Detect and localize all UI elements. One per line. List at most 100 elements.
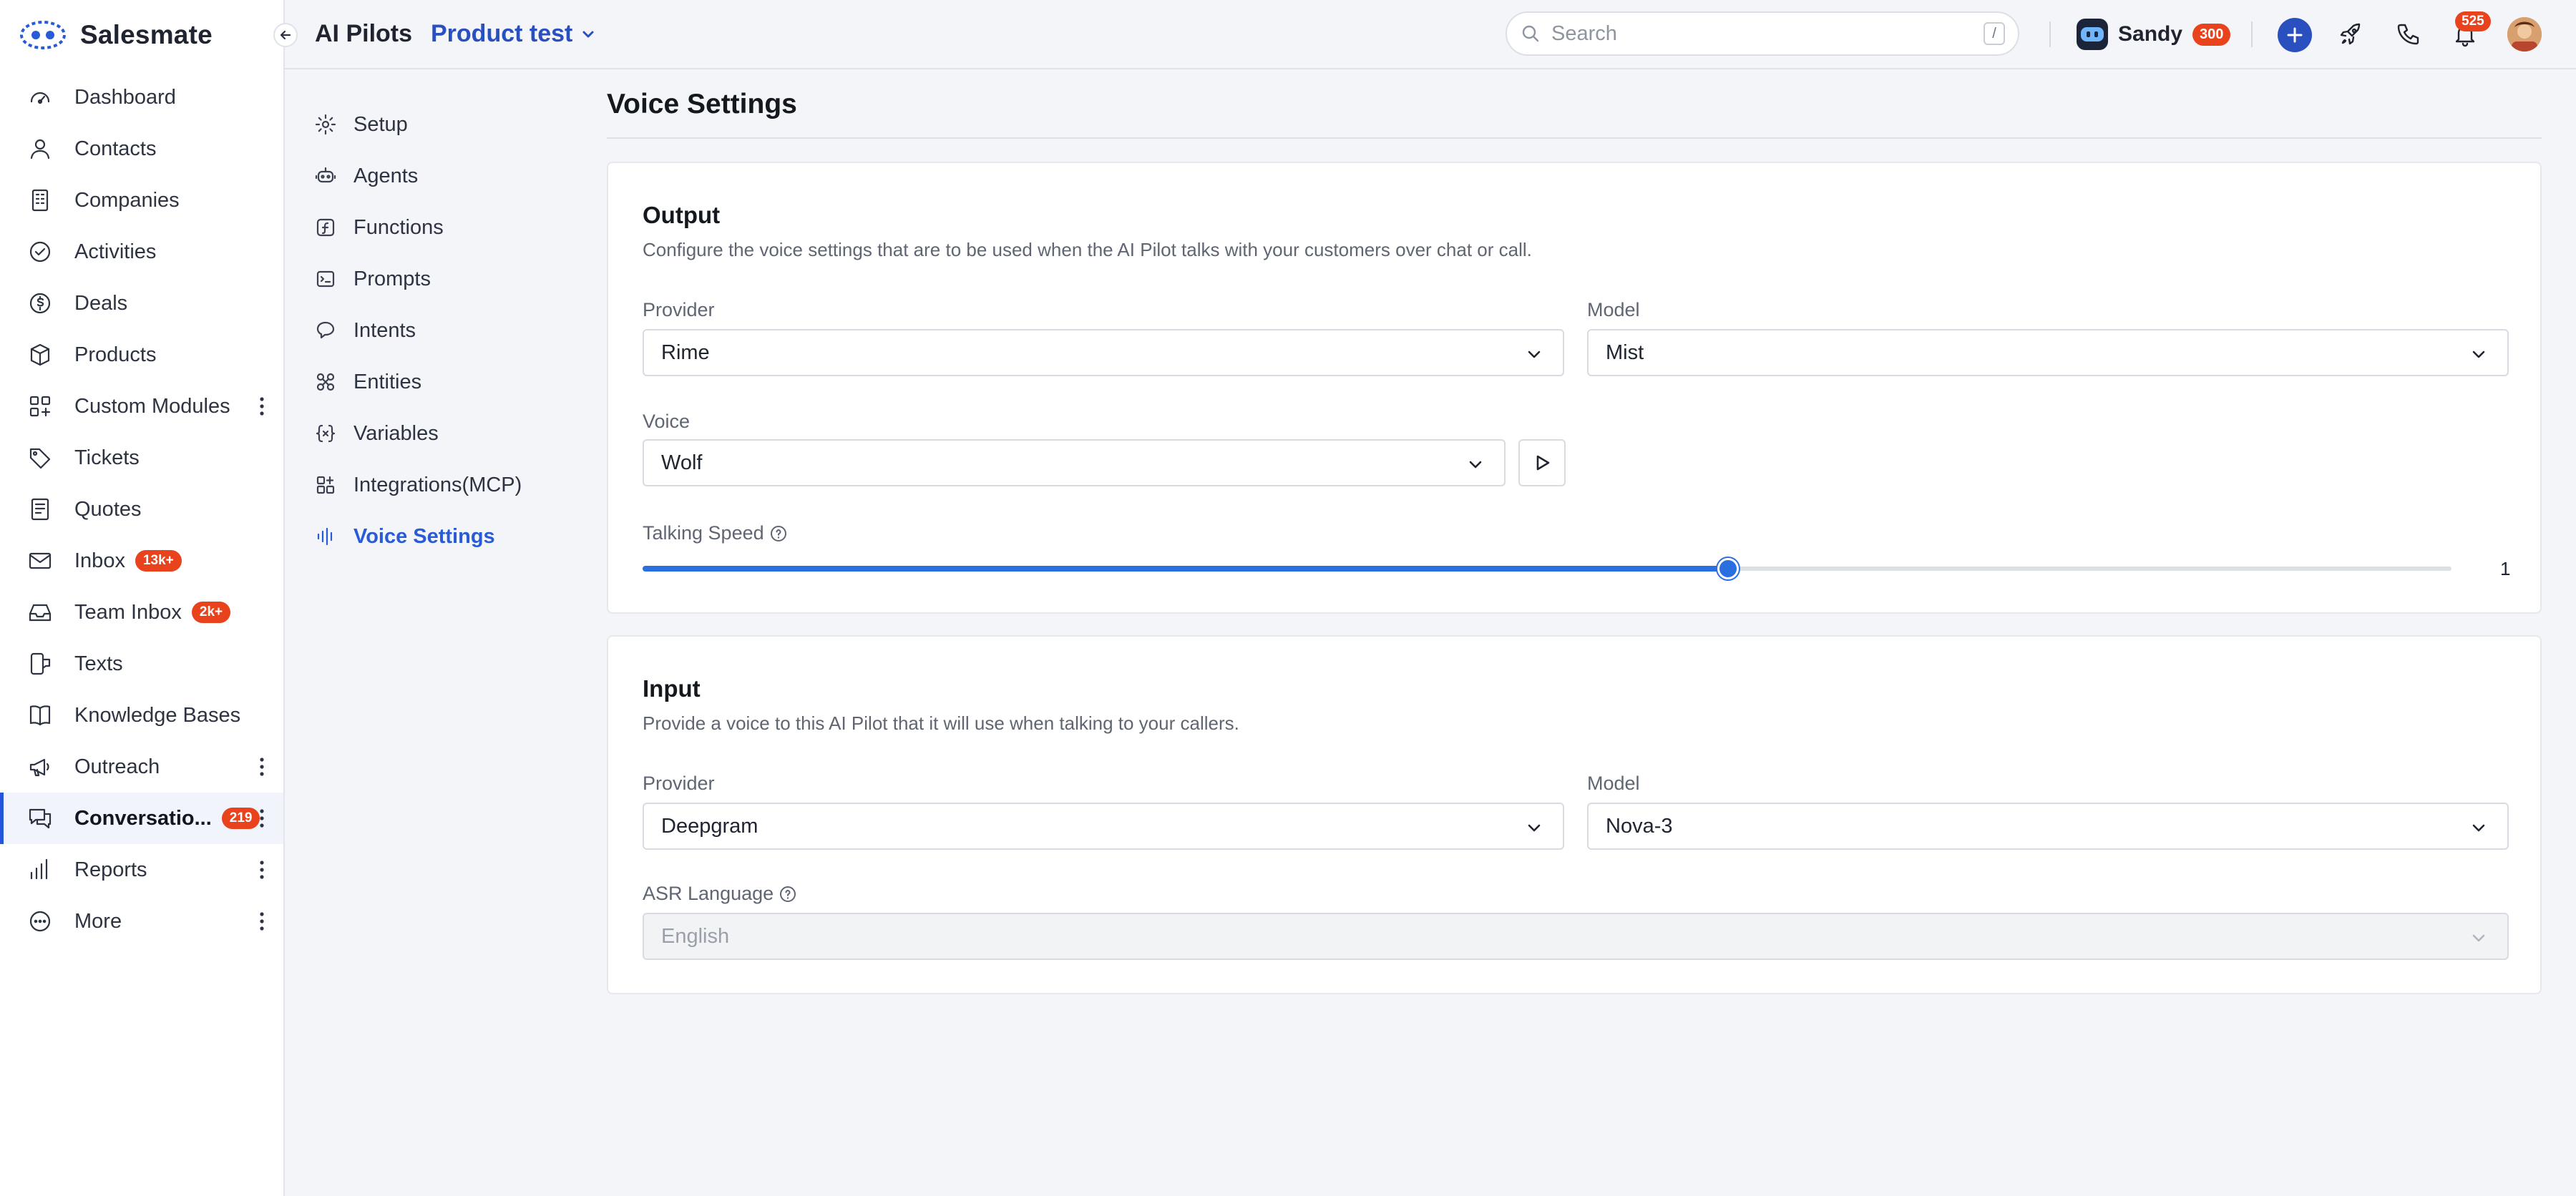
talking-speed-slider-thumb[interactable] [1717,558,1739,579]
output-model-value: Mist [1606,340,1644,364]
kebab-menu-icon[interactable] [259,396,265,416]
subnav-item-label: Entities [353,370,422,393]
play-voice-preview-button[interactable] [1518,439,1566,486]
chevron-down-icon [1469,461,1482,469]
sidebar-item-companies[interactable]: Companies [0,175,283,226]
talking-speed-slider-fill [643,566,1728,572]
brand-name: Salesmate [80,20,213,49]
sidebar-item-tickets[interactable]: Tickets [0,432,283,484]
sidebar-item-quotes[interactable]: Quotes [0,484,283,535]
input-section-title: Input [643,675,701,702]
integrations-icon [316,476,335,494]
sidebar-item-conversatio[interactable]: Conversatio... 219 [0,793,283,844]
subnav-item-setup[interactable]: Setup [315,103,408,146]
rocket-icon [2340,23,2361,45]
collapse-sidebar-button[interactable] [273,23,298,47]
sidebar-item-label: Conversatio... [74,806,212,830]
sidebar-item-knowledge-bases[interactable]: Knowledge Bases [0,690,283,741]
phone-button[interactable] [2394,20,2422,49]
sidebar-item-dashboard[interactable]: Dashboard [0,72,283,123]
add-button[interactable] [2278,18,2312,52]
sidebar-item-deals[interactable]: Deals [0,278,283,329]
output-settings-card: Output Configure the voice settings that… [607,162,2542,614]
chevron-down-icon [2472,934,2485,942]
subnav-item-entities[interactable]: Entities [315,361,421,403]
sidebar-item-inbox[interactable]: Inbox 13k+ [0,535,283,587]
phone-text-icon [27,651,53,677]
sidebar-item-outreach[interactable]: Outreach [0,741,283,793]
input-model-select[interactable]: Nova-3 [1587,803,2509,850]
book-icon [27,702,53,728]
current-pilot-dropdown[interactable]: Product test [431,20,597,48]
sidebar-item-label: Outreach [74,755,160,778]
sidebar-item-contacts[interactable]: Contacts [0,123,283,175]
entities-icon [316,373,335,391]
mail-icon [27,548,53,574]
chat-icon [27,805,53,831]
subnav-item-functions[interactable]: Functions [315,206,444,249]
kebab-menu-icon[interactable] [259,808,265,828]
tray-icon [27,599,53,625]
sidebar-item-reports[interactable]: Reports [0,844,283,896]
sidebar-item-label: Texts [74,652,123,675]
sidebar-item-badge: 13k+ [135,550,182,572]
subnav-item-label: Setup [353,112,408,136]
sidebar-item-products[interactable]: Products [0,329,283,381]
brand[interactable]: Salesmate [19,17,213,53]
divider [2251,21,2253,47]
sidebar-item-team-inbox[interactable]: Team Inbox 2k+ [0,587,283,638]
output-model-label: Model [1587,299,1640,320]
voice-select[interactable]: Wolf [643,439,1506,486]
person-icon [27,136,53,162]
chevron-down-icon [2472,351,2485,358]
nav-list: Dashboard Contacts Companies Activities Deal… [0,72,283,947]
plus-icon [2287,27,2303,43]
search-input[interactable] [1551,21,1952,46]
output-provider-select[interactable]: Rime [643,329,1564,376]
sidebar-item-texts[interactable]: Texts [0,638,283,690]
user-credits-badge: 300 [2192,23,2231,46]
subnav-item-prompts[interactable]: Prompts [315,258,431,300]
user-avatar[interactable] [2507,17,2542,52]
search-icon [1522,25,1539,42]
input-provider-select[interactable]: Deepgram [643,803,1564,850]
title-divider [607,137,2542,139]
talking-speed-label-group: Talking Speed [643,522,787,544]
subnav-item-variables[interactable]: Variables [315,412,439,455]
subnav-item-integrations-mcp[interactable]: Integrations(MCP) [315,464,522,506]
subnav-item-intents[interactable]: Intents [315,309,416,352]
bot-avatar-icon [2077,19,2108,50]
subnav-item-voice-settings[interactable]: Voice Settings [315,515,495,558]
user-name: Sandy [2118,22,2183,46]
sidebar-item-label: More [74,909,122,933]
output-model-select[interactable]: Mist [1587,329,2509,376]
asr-language-value: English [661,924,730,948]
sidebar-item-custom-modules[interactable]: Custom Modules [0,381,283,432]
kebab-menu-icon[interactable] [259,860,265,880]
sidebar-item-more[interactable]: More [0,896,283,947]
box-icon [27,342,53,368]
user-chip[interactable]: Sandy 300 [2077,17,2231,52]
kebab-menu-icon[interactable] [259,911,265,931]
global-search[interactable]: / [1506,11,2019,56]
arrow-left-icon [280,30,291,40]
help-circle-icon[interactable] [779,886,796,903]
talking-speed-value: 1 [2500,558,2511,579]
sidebar-item-label: Dashboard [74,85,176,109]
sidebar-item-label: Tickets [74,446,140,469]
asr-language-label-group: ASR Language [643,883,796,905]
top-bar: AI Pilots Product test / Sandy 300 [285,0,2576,69]
output-provider-label: Provider [643,299,715,320]
tag-icon [27,445,53,471]
sidebar-item-activities[interactable]: Activities [0,226,283,278]
waveform-icon [317,527,333,546]
breadcrumb-app[interactable]: AI Pilots [315,20,412,48]
rocket-button[interactable] [2336,20,2365,49]
subnav-item-label: Voice Settings [353,524,495,548]
function-icon [316,218,335,237]
subnav-item-agents[interactable]: Agents [315,155,418,197]
help-circle-icon[interactable] [770,525,787,542]
kebab-menu-icon[interactable] [259,757,265,777]
sidebar-item-label: Activities [74,240,157,263]
sidebar-item-label: Contacts [74,137,157,160]
